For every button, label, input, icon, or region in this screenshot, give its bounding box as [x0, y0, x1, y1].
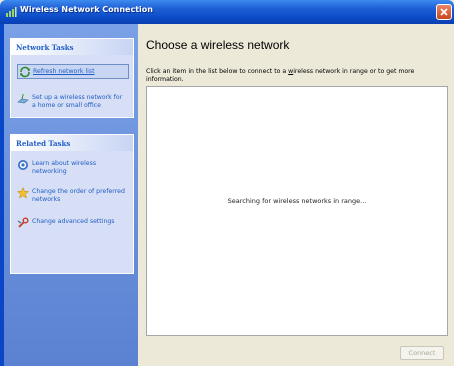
close-icon: [440, 8, 448, 16]
title-bar[interactable]: Wireless Network Connection: [0, 0, 454, 24]
main-content: Choose a wireless network Click an item …: [138, 24, 454, 366]
refresh-network-list-link[interactable]: Refresh network list: [17, 64, 129, 79]
connect-button[interactable]: Connect: [400, 346, 444, 360]
task-sidebar: Network Tasks Refresh network list Set u…: [4, 24, 138, 366]
help-icon: [18, 160, 28, 170]
network-tasks-panel: Network Tasks Refresh network list Set u…: [10, 38, 134, 118]
setup-wireless-network-label: Set up a wireless network for a home or …: [32, 94, 123, 109]
wireless-network-window: Wireless Network Connection Network Task…: [0, 0, 454, 366]
instructions-text: Click an item in the list below to conne…: [146, 68, 446, 84]
page-title: Choose a wireless network: [146, 38, 290, 52]
star-icon: [17, 187, 29, 199]
instructions-prefix: Click an item in the list below to conne…: [146, 68, 289, 75]
refresh-network-list-label: Refresh network list: [33, 68, 95, 75]
settings-icon: [17, 217, 29, 228]
related-tasks-heading: Related Tasks: [11, 135, 133, 151]
refresh-icon: [20, 66, 30, 78]
related-tasks-panel: Related Tasks Learn about wireless netwo…: [10, 134, 134, 274]
change-advanced-settings-label: Change advanced settings: [32, 218, 115, 225]
learn-wireless-label: Learn about wireless networking: [32, 160, 97, 175]
close-button[interactable]: [436, 4, 452, 20]
network-tasks-heading: Network Tasks: [11, 39, 133, 55]
wireless-network-icon: [6, 7, 17, 17]
setup-network-icon: [17, 94, 29, 104]
window-title: Wireless Network Connection: [20, 5, 153, 14]
change-network-order-label: Change the order of preferred networks: [32, 188, 125, 203]
searching-status: Searching for wireless networks in range…: [227, 197, 367, 205]
wireless-network-list[interactable]: Searching for wireless networks in range…: [146, 86, 448, 336]
